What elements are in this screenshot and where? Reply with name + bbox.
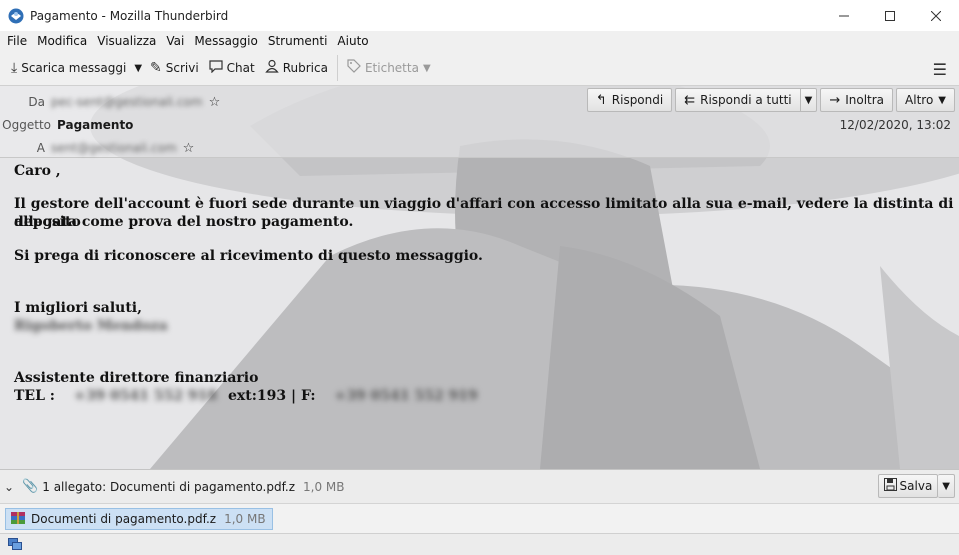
- attachment-filename: Documenti di pagamento.pdf.z: [31, 512, 217, 526]
- floppy-disk-icon: [883, 478, 897, 494]
- to-row: A sent@gestionali.com ☆: [0, 139, 195, 157]
- chat-bubble-icon: [209, 59, 223, 77]
- maximize-button[interactable]: [867, 0, 913, 31]
- body-paragraph-2: Si prega di riconoscere al ricevimento d…: [14, 248, 483, 264]
- app-menu-button[interactable]: ☰: [933, 60, 947, 79]
- get-messages-button[interactable]: ⤓ Scarica messaggi: [6, 55, 131, 81]
- menu-messaggio[interactable]: Messaggio: [189, 34, 263, 48]
- chevron-down-icon: ▼: [422, 62, 431, 74]
- online-status-icon[interactable]: [8, 538, 22, 554]
- chevron-down-icon: ▼: [938, 94, 946, 106]
- from-label: Da: [28, 95, 45, 109]
- reply-label: Rispondi: [611, 93, 664, 107]
- thunderbird-logo-icon: [8, 8, 24, 23]
- message-header: Da pec-sent@gestionali.com ☆ Oggetto Pag…: [0, 86, 959, 158]
- window-titlebar: Pagamento - Mozilla Thunderbird: [0, 0, 959, 31]
- menu-vai[interactable]: Vai: [161, 34, 189, 48]
- reply-all-icon: ⇇: [684, 92, 696, 108]
- to-address[interactable]: sent@gestionali.com: [51, 141, 177, 155]
- attachment-bar: ⌄ 📎 1 allegato: Documenti di pagamento.p…: [0, 469, 959, 503]
- menu-file[interactable]: File: [2, 34, 32, 48]
- close-button[interactable]: [913, 0, 959, 31]
- to-label: A: [36, 141, 45, 155]
- main-toolbar: ⤓ Scarica messaggi ▼ ✎ Scrivi Chat Rubri…: [0, 51, 959, 86]
- tel-value: +39 0541 552 918: [73, 388, 218, 404]
- menu-modifica[interactable]: Modifica: [32, 34, 92, 48]
- tag-label: Etichetta: [364, 61, 419, 75]
- chevron-down-icon: ▼: [134, 62, 143, 74]
- message-date: 12/02/2020, 13:02: [839, 118, 951, 132]
- star-icon[interactable]: ☆: [209, 95, 221, 110]
- ext-label: ext:193 | F:: [227, 388, 316, 404]
- menu-bar: File Modifica Visualizza Vai Messaggio S…: [0, 31, 959, 51]
- signer-role: Assistente direttore finanziario: [14, 370, 259, 386]
- menu-aiuto[interactable]: Aiuto: [332, 34, 373, 48]
- menu-strumenti[interactable]: Strumenti: [263, 34, 333, 48]
- pencil-icon: ✎: [150, 60, 162, 76]
- from-row: Da pec-sent@gestionali.com ☆: [0, 93, 220, 111]
- toolbar-separator: [336, 55, 338, 81]
- reply-button[interactable]: ↰ Rispondi: [586, 88, 673, 112]
- tag-icon: [347, 59, 361, 77]
- star-icon[interactable]: ☆: [183, 141, 195, 156]
- minimize-icon: [839, 15, 849, 16]
- forward-arrow-icon: →: [829, 92, 841, 108]
- reply-all-label: Rispondi a tutti: [700, 93, 792, 107]
- save-button[interactable]: Salva: [877, 474, 939, 498]
- maximize-icon: [885, 10, 895, 21]
- menu-visualizza[interactable]: Visualizza: [92, 34, 161, 48]
- attachment-list: Documenti di pagamento.pdf.z 1,0 MB: [0, 503, 959, 533]
- reply-all-dropdown[interactable]: ▼: [800, 88, 818, 112]
- attachment-size: 1,0 MB: [224, 512, 266, 526]
- closing: I migliori saluti,: [14, 300, 142, 316]
- chevron-down-icon: ▼: [942, 480, 950, 492]
- save-split: Salva ▼: [877, 474, 955, 498]
- reply-all-split: ⇇ Rispondi a tutti ▼: [675, 88, 818, 112]
- save-dropdown[interactable]: ▼: [938, 474, 955, 498]
- attachment-summary[interactable]: 1 allegato: Documenti di pagamento.pdf.z: [42, 480, 295, 494]
- forward-button[interactable]: → Inoltra: [820, 88, 894, 112]
- paperclip-icon: 📎: [22, 479, 39, 494]
- archive-file-icon: [10, 510, 26, 529]
- reply-all-button[interactable]: ⇇ Rispondi a tutti: [675, 88, 801, 112]
- chat-button[interactable]: Chat: [204, 55, 260, 81]
- message-body: Caro , Il gestore dell'account è fuori s…: [0, 158, 959, 469]
- chevron-down-icon: ▼: [804, 94, 813, 106]
- window-title: Pagamento - Mozilla Thunderbird: [30, 8, 229, 23]
- tag-button[interactable]: Etichetta ▼: [342, 55, 436, 81]
- address-book-label: Rubrica: [282, 61, 328, 75]
- get-messages-dropdown[interactable]: ▼: [131, 55, 145, 81]
- signer-name: Rigoberto Mendoza: [14, 318, 168, 334]
- body-line-2: allegata come prova del nostro pagamento…: [14, 214, 354, 230]
- get-messages-label: Scarica messaggi: [21, 61, 127, 75]
- greeting: Caro ,: [14, 163, 61, 179]
- subject-row: Oggetto Pagamento: [0, 116, 133, 134]
- hamburger-menu-icon: ☰: [932, 60, 947, 79]
- header-actions: ↰ Rispondi ⇇ Rispondi a tutti ▼ → Inoltr…: [586, 88, 955, 112]
- download-icon: ⤓: [11, 60, 18, 76]
- status-bar: [0, 533, 959, 555]
- contact-line: TEL : +39 0541 552 918 ext:193 | F: +39 …: [14, 387, 478, 405]
- chevron-down-icon[interactable]: ⌄: [4, 480, 14, 494]
- subject-value: Pagamento: [57, 118, 134, 132]
- tel-label: TEL :: [14, 388, 55, 404]
- from-address[interactable]: pec-sent@gestionali.com: [51, 95, 203, 109]
- write-label: Scrivi: [165, 61, 199, 75]
- attachment-item[interactable]: Documenti di pagamento.pdf.z 1,0 MB: [5, 508, 273, 530]
- fax-value: +39 0541 552 919: [334, 388, 478, 404]
- reply-arrow-icon: ↰: [595, 92, 607, 108]
- more-label: Altro: [905, 93, 934, 107]
- forward-label: Inoltra: [845, 93, 885, 107]
- attachment-summary-size: 1,0 MB: [303, 479, 345, 494]
- address-book-icon: [264, 59, 279, 77]
- close-icon: [931, 10, 941, 21]
- minimize-button[interactable]: [821, 0, 867, 31]
- more-button[interactable]: Altro ▼: [896, 88, 955, 112]
- write-button[interactable]: ✎ Scrivi: [145, 55, 204, 81]
- chat-label: Chat: [226, 61, 255, 75]
- address-book-button[interactable]: Rubrica: [260, 55, 333, 81]
- save-label: Salva: [899, 479, 933, 493]
- subject-label: Oggetto: [2, 118, 51, 132]
